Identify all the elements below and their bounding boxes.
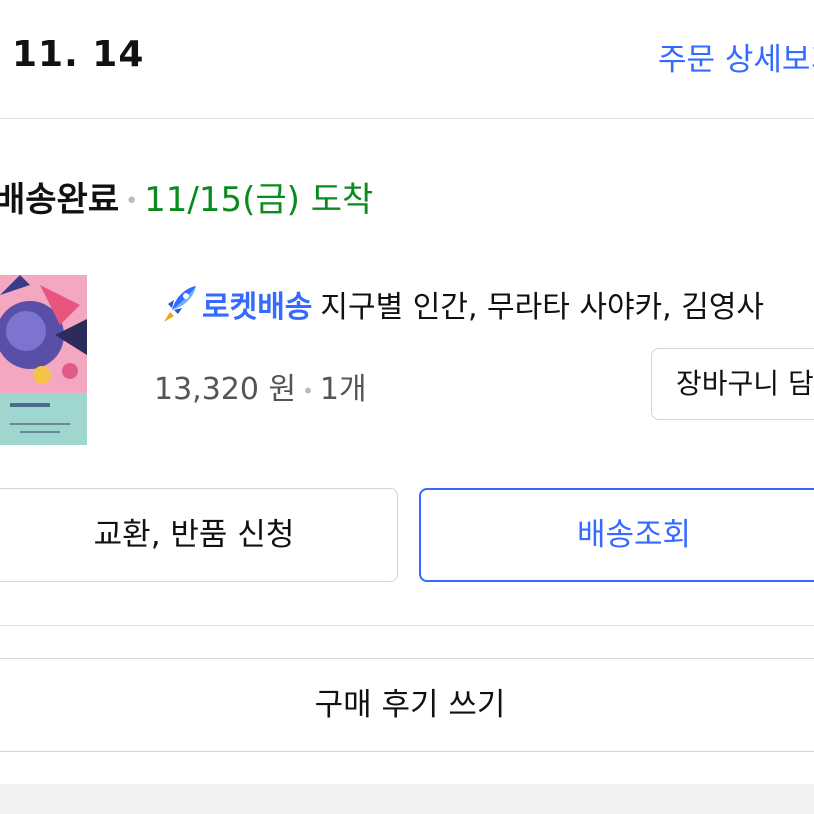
bottom-spacer [0,784,814,814]
order-header: 11. 14 주문 상세보기 [0,0,814,119]
rocket-icon [156,282,200,326]
add-to-cart-button[interactable]: 장바구니 담기 [651,348,814,420]
order-detail-link[interactable]: 주문 상세보기 [658,34,814,79]
product-quantity: 1개 [319,372,367,407]
track-delivery-button[interactable]: 배송조회 [419,488,814,582]
shipment-status-line: 배송완료 • 11/15(금) 도착 [0,172,373,221]
product-price: 13,320 원 [154,372,297,407]
delivery-status: 배송완료 [0,180,120,220]
exchange-return-button[interactable]: 교환, 반품 신청 [0,488,398,582]
rocket-delivery-badge: 로켓배송 [202,290,313,325]
write-review-button[interactable]: 구매 후기 쓰기 [0,658,814,752]
product-title[interactable]: 지구별 인간, 무라타 사야카, 김영사 [320,290,764,325]
separator-dot: • [125,189,139,214]
separator-dot: • [302,378,314,403]
book-cover-thumbnail[interactable] [0,275,87,445]
price-line: 13,320 원 • 1개 [154,364,367,408]
arrival-date: 11/15(금) 도착 [144,180,374,220]
divider [0,625,814,626]
product-row: 로켓배송 지구별 인간, 무라타 사야카, 김영사 [156,282,764,326]
order-date: 11. 14 [12,34,145,75]
